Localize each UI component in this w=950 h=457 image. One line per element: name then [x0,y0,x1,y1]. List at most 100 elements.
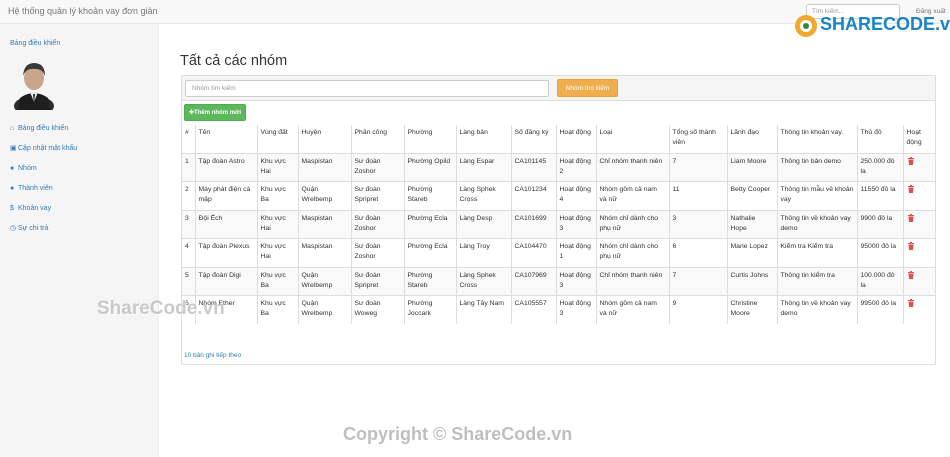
sidebar-dashboard-link[interactable]: Bảng điều khiển [10,40,60,47]
groups-panel: Nhóm tìm kiếm ✚Thêm nhóm mới #TênVùng đấ… [181,75,936,365]
sidebar-nav: ⌂ Bảng điều khiển ▣ Cập nhật mật khẩu ● Nhó… [10,118,77,238]
table-row: 6 Nhóm Ether Khu vực Ba Quận Wrelbemp Sư đoà… [182,295,935,324]
action-cell [902,295,935,324]
table-cell: 3 [182,209,195,239]
sidebar-item-groups[interactable]: ● Nhóm [10,158,77,178]
panel-heading: Nhóm tìm kiếm [182,76,935,101]
table-row: 1 Tập đoàn Astro Khu vực Hai Maspistan Sư đo… [182,152,935,182]
table-cell: CA107969 [510,266,556,296]
sidebar-item-dashboard[interactable]: ⌂ Bảng điều khiển [10,118,77,138]
app-title[interactable]: Hệ thống quản lý khoản vay đơn giản [8,6,158,16]
table-cell: 100.000 đô la [856,266,903,296]
table-cell: Sư đoàn Zoshor [350,152,404,182]
sidebar-item-loans[interactable]: $ Khoản vay [10,198,77,218]
table-cell: Tập đoàn Astro [194,152,257,182]
group-search-input[interactable] [185,80,549,97]
table-cell: 1 [182,152,195,182]
watermark-copyright: Copyright © ShareCode.vn [343,424,573,444]
add-group-button[interactable]: ✚Thêm nhóm mới [184,104,246,121]
table-cell: Chỉ nhóm thanh niên [595,266,669,296]
column-header: Làng bản [455,125,511,154]
sidebar: Bảng điều khiển ⌂ Bảng điều khiển ▣ Cập nh… [0,24,159,457]
trash-icon[interactable] [907,185,915,193]
watermark-middle: ShareCode.vn [97,298,225,319]
table-cell: Làng Espar [455,152,511,182]
sidebar-item-payments[interactable]: ◷ Sự chi trả [10,218,77,238]
group-search-button[interactable]: Nhóm tìm kiếm [557,79,618,97]
sidebar-item-label: Thành viên [18,184,53,192]
table-cell: Tập đoàn Plexus [194,238,257,267]
table-cell: Khu vực Ba [256,181,298,210]
table-cell: Phường Joccark [403,295,456,324]
table-cell: 3 [668,209,727,239]
table-cell: Quận Wrelbemp [297,181,351,210]
sidebar-item-label: Nhóm [18,164,37,172]
action-cell [902,181,935,210]
table-cell: Hoạt động 4 [555,181,596,210]
table-cell: Sư đoàn Spripret [350,181,404,210]
column-header: Lãnh đạo [726,125,777,154]
table-cell: Nhóm gồm cả nam và nữ [595,295,669,324]
table-row: 3 Đội Ếch Khu vực Hai Maspistan Sư đoàn Zosh… [182,209,935,239]
sidebar-item-members[interactable]: ● Thành viên [10,178,77,198]
table-cell: Thông tin bản demo [776,152,857,182]
trash-icon[interactable] [907,242,915,250]
table-row: 4 Tập đoàn Plexus Khu vực Hai Maspistan Sư đ… [182,238,935,267]
column-header: Tổng số thành viên [668,125,727,154]
table-cell: Thông tin về khoản vay demo [776,209,857,239]
table-cell: Làng Troy [455,238,511,267]
table-cell: Maspistan [297,152,351,182]
table-cell: Làng Sphek Cross [455,181,511,210]
table-cell: Khu vực Ba [256,295,298,324]
table-cell: Curtis Johns [726,266,777,296]
table-cell: Phường Stareb [403,266,456,296]
table-cell: Quận Wrelbemp [297,295,351,324]
table-cell: Làng Tây Nam [455,295,511,324]
table-cell: Phường Opild [403,152,456,182]
user-icon: ● [10,184,15,192]
table-cell: 4 [182,238,195,267]
table-cell: Làng Sphek Cross [455,266,511,296]
column-header: Huyện [297,125,351,154]
table-cell: Phường Stareb [403,181,456,210]
table-cell: CA101234 [510,181,556,210]
column-header: Phường [403,125,456,154]
table-cell: Khu vực Ba [256,266,298,296]
trash-icon[interactable] [907,270,915,279]
table-cell: Nathalie Hope [726,209,777,239]
table-cell: Nhóm gồm cả nam và nữ [595,181,669,210]
trash-icon[interactable] [907,156,915,165]
table-header-row: # Tên Vùng đất Huyện Phân công Phường Làng bản… [182,125,935,154]
table-cell: Sư đoàn Zoshor [350,238,404,267]
table-cell: CA105557 [510,295,556,324]
column-header: Hoạt động [555,125,596,154]
table-cell: Làng Desp [455,209,511,239]
table-cell: CA101145 [510,152,556,182]
table-cell: Đội Ếch [194,209,257,239]
table-row: 5 Tập đoàn Digi Khu vực Ba Quận Wrelbemp Sư … [182,266,935,296]
trash-icon[interactable] [907,213,915,222]
page-title: Tất cả các nhóm [180,53,288,69]
table-cell: Hoạt động 2 [555,152,596,182]
table-cell: Sư đoàn Zoshor [350,209,404,239]
table-cell: Christine Moore [726,295,777,324]
column-header: Phân công [350,125,404,154]
watermark-logo-text: SHARECODE.vn [820,14,950,34]
table-cell: Hoạt động 3 [555,266,596,296]
table-cell: Chỉ nhóm thanh niên [595,152,669,182]
table-cell: Thông tin kiểm tra [776,266,857,296]
trash-icon[interactable] [907,299,915,307]
column-header: Thủ đô [856,125,903,154]
sidebar-item-label: Sự chi trả [18,224,49,232]
table-cell: Betty Cooper [726,181,777,210]
sidebar-item-password[interactable]: ▣ Cập nhật mật khẩu [10,138,77,158]
action-cell [902,209,935,239]
column-header: Thông tin khoản vay. [776,125,857,154]
next-records-link[interactable]: 10 bản ghi tiếp theo [184,352,241,359]
column-header: Tên [194,125,257,154]
table-cell: Quận Wrelbemp [297,266,351,296]
table-cell: 9900 đô la [856,209,903,239]
table-cell: Hoạt động 3 [555,295,596,324]
table-cell: Phường Ecla [403,209,456,239]
table-cell: Thông tin mẫu về khoản vay [776,181,857,210]
